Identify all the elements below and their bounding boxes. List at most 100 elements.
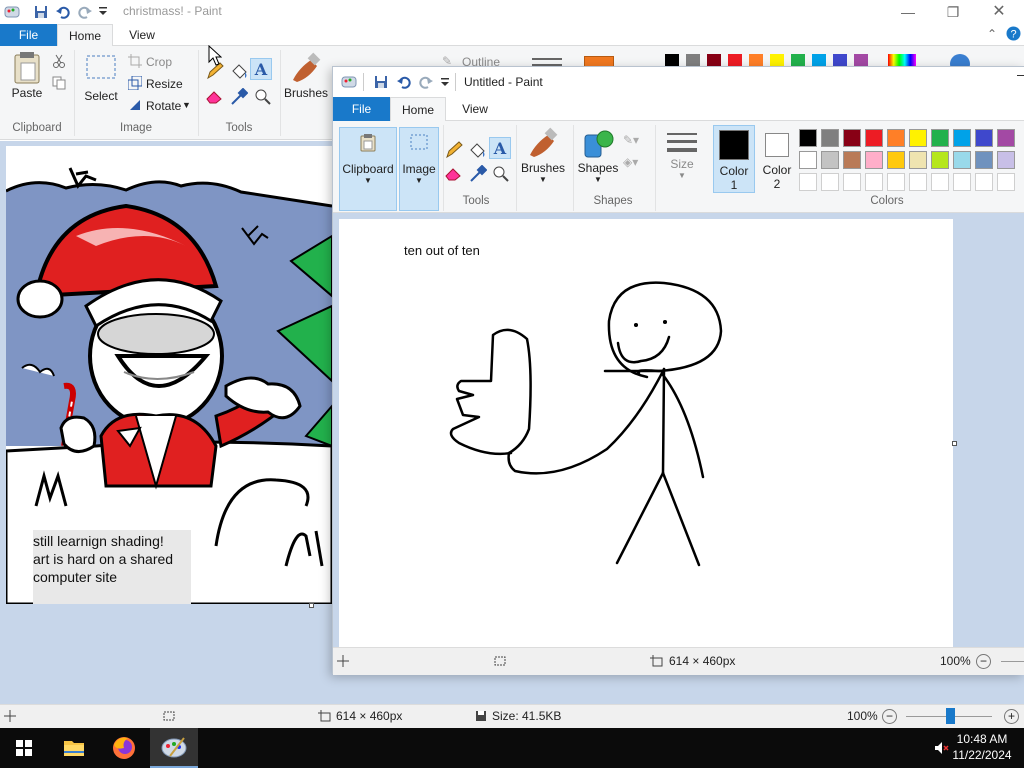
fg-minimize-button[interactable] — [1017, 75, 1024, 76]
palette-swatch[interactable] — [909, 151, 927, 169]
fg-file-tab[interactable]: File — [333, 97, 390, 121]
fg-zoom-slider-track[interactable] — [1001, 661, 1024, 662]
paint-taskbar-icon[interactable] — [150, 728, 198, 768]
bg-paste-button[interactable]: Paste — [8, 52, 46, 116]
palette-swatch[interactable] — [843, 129, 861, 147]
fg-tools-group-label: Tools — [462, 195, 490, 207]
customize-quick-access-icon[interactable] — [98, 6, 108, 16]
start-button[interactable] — [0, 728, 48, 768]
save-icon[interactable] — [33, 4, 49, 20]
palette-custom-slot[interactable] — [887, 173, 905, 191]
text-tool-icon[interactable]: A — [250, 58, 272, 80]
palette-custom-slot[interactable] — [909, 173, 927, 191]
bg-zoom-slider-thumb[interactable] — [946, 708, 955, 724]
cut-icon[interactable] — [52, 54, 66, 68]
palette-swatch[interactable] — [975, 151, 993, 169]
taskbar-clock[interactable]: 10:48 AM 11/22/2024 — [946, 731, 1018, 763]
palette-custom-slot[interactable] — [799, 173, 817, 191]
close-button[interactable]: ✕ — [986, 2, 1012, 22]
undo-icon[interactable] — [55, 4, 71, 20]
palette-swatch[interactable] — [931, 151, 949, 169]
fg-outline-icon[interactable]: ✎▾ — [623, 133, 639, 147]
fg-drawing-canvas[interactable]: ten out of ten — [339, 219, 953, 647]
palette-swatch[interactable] — [865, 151, 883, 169]
bg-resize-handle[interactable] — [309, 603, 314, 608]
palette-swatch[interactable] — [909, 129, 927, 147]
resize-label[interactable]: Resize — [146, 77, 183, 91]
palette-custom-slot[interactable] — [843, 173, 861, 191]
fg-zoom-out-button[interactable]: − — [976, 654, 991, 669]
fg-view-tab[interactable]: View — [449, 97, 501, 121]
eraser-icon[interactable] — [206, 90, 224, 104]
palette-swatch[interactable] — [931, 129, 949, 147]
rotate-label[interactable]: Rotate — [146, 99, 181, 113]
fg-clipboard-button[interactable]: Clipboard ▼ — [339, 127, 397, 211]
palette-custom-slot[interactable] — [821, 173, 839, 191]
fill-icon[interactable] — [230, 62, 248, 80]
fg-magnifier-icon[interactable] — [492, 165, 510, 183]
clock-time: 10:48 AM — [956, 732, 1008, 746]
redo-icon[interactable] — [77, 4, 93, 20]
palette-swatch[interactable] — [799, 129, 817, 147]
fg-color-picker-icon[interactable] — [469, 165, 487, 183]
fg-color2-button[interactable]: Color 2 — [757, 125, 797, 193]
rotate-dropdown-icon[interactable]: ▼ — [182, 100, 191, 110]
bg-zoom-in-button[interactable]: + — [1004, 709, 1019, 724]
fg-save-icon[interactable] — [373, 74, 389, 90]
palette-swatch[interactable] — [865, 129, 883, 147]
maximize-button[interactable]: ❐ — [940, 2, 966, 22]
palette-swatch[interactable] — [997, 151, 1015, 169]
color-picker-icon[interactable] — [230, 88, 248, 106]
fg-resize-handle[interactable] — [952, 441, 957, 446]
fg-text-tool-icon[interactable]: A — [489, 137, 511, 159]
fg-shape-fill-icon[interactable]: ◈▾ — [623, 155, 638, 169]
minimize-button[interactable]: — — [895, 2, 921, 22]
bg-drawing-canvas[interactable]: still learnign shading! art is hard on a… — [6, 146, 332, 604]
palette-swatch[interactable] — [887, 151, 905, 169]
fg-redo-icon[interactable] — [418, 74, 434, 90]
resize-icon[interactable] — [128, 76, 142, 90]
fg-pencil-icon[interactable] — [445, 141, 463, 159]
palette-swatch[interactable] — [821, 151, 839, 169]
bg-home-tab[interactable]: Home — [57, 24, 113, 46]
bg-select-button[interactable]: Select — [82, 54, 120, 118]
bg-file-size: Size: 41.5KB — [492, 709, 562, 723]
palette-swatch[interactable] — [843, 151, 861, 169]
collapse-ribbon-icon[interactable]: ⌃ — [987, 27, 997, 41]
bg-view-tab[interactable]: View — [116, 24, 168, 46]
fg-size-button[interactable]: Size ▼ — [661, 127, 703, 193]
fg-fill-icon[interactable] — [468, 141, 486, 159]
fg-eraser-icon[interactable] — [445, 167, 463, 181]
palette-swatch[interactable] — [953, 151, 971, 169]
palette-swatch[interactable] — [975, 129, 993, 147]
fg-color1-button[interactable]: Color 1 — [713, 125, 755, 193]
magnifier-icon[interactable] — [254, 88, 272, 106]
palette-swatch[interactable] — [953, 129, 971, 147]
palette-custom-slot[interactable] — [997, 173, 1015, 191]
crop-icon[interactable] — [128, 54, 142, 68]
help-icon[interactable]: ? — [1006, 26, 1021, 41]
palette-custom-slot[interactable] — [975, 173, 993, 191]
rotate-icon[interactable] — [128, 98, 142, 112]
fg-shapes-button[interactable]: Shapes ▼ — [575, 127, 621, 193]
palette-swatch[interactable] — [821, 129, 839, 147]
firefox-icon[interactable] — [100, 728, 148, 768]
bg-brushes-button[interactable]: Brushes — [284, 52, 328, 116]
file-explorer-icon[interactable] — [50, 728, 98, 768]
fg-canvas-area: ten out of ten — [333, 213, 1024, 647]
bg-file-tab[interactable]: File — [0, 24, 57, 46]
palette-custom-slot[interactable] — [953, 173, 971, 191]
palette-swatch[interactable] — [997, 129, 1015, 147]
palette-custom-slot[interactable] — [931, 173, 949, 191]
fg-customize-quick-access-icon[interactable] — [440, 77, 450, 87]
fg-undo-icon[interactable] — [396, 74, 412, 90]
palette-swatch[interactable] — [799, 151, 817, 169]
bg-zoom-out-button[interactable]: − — [882, 709, 897, 724]
fg-image-button[interactable]: Image ▼ — [399, 127, 439, 211]
fg-brushes-button[interactable]: Brushes ▼ — [521, 127, 565, 193]
palette-swatch[interactable] — [887, 129, 905, 147]
crop-label[interactable]: Crop — [146, 55, 172, 69]
fg-home-tab[interactable]: Home — [390, 97, 446, 121]
copy-icon[interactable] — [52, 76, 66, 90]
palette-custom-slot[interactable] — [865, 173, 883, 191]
